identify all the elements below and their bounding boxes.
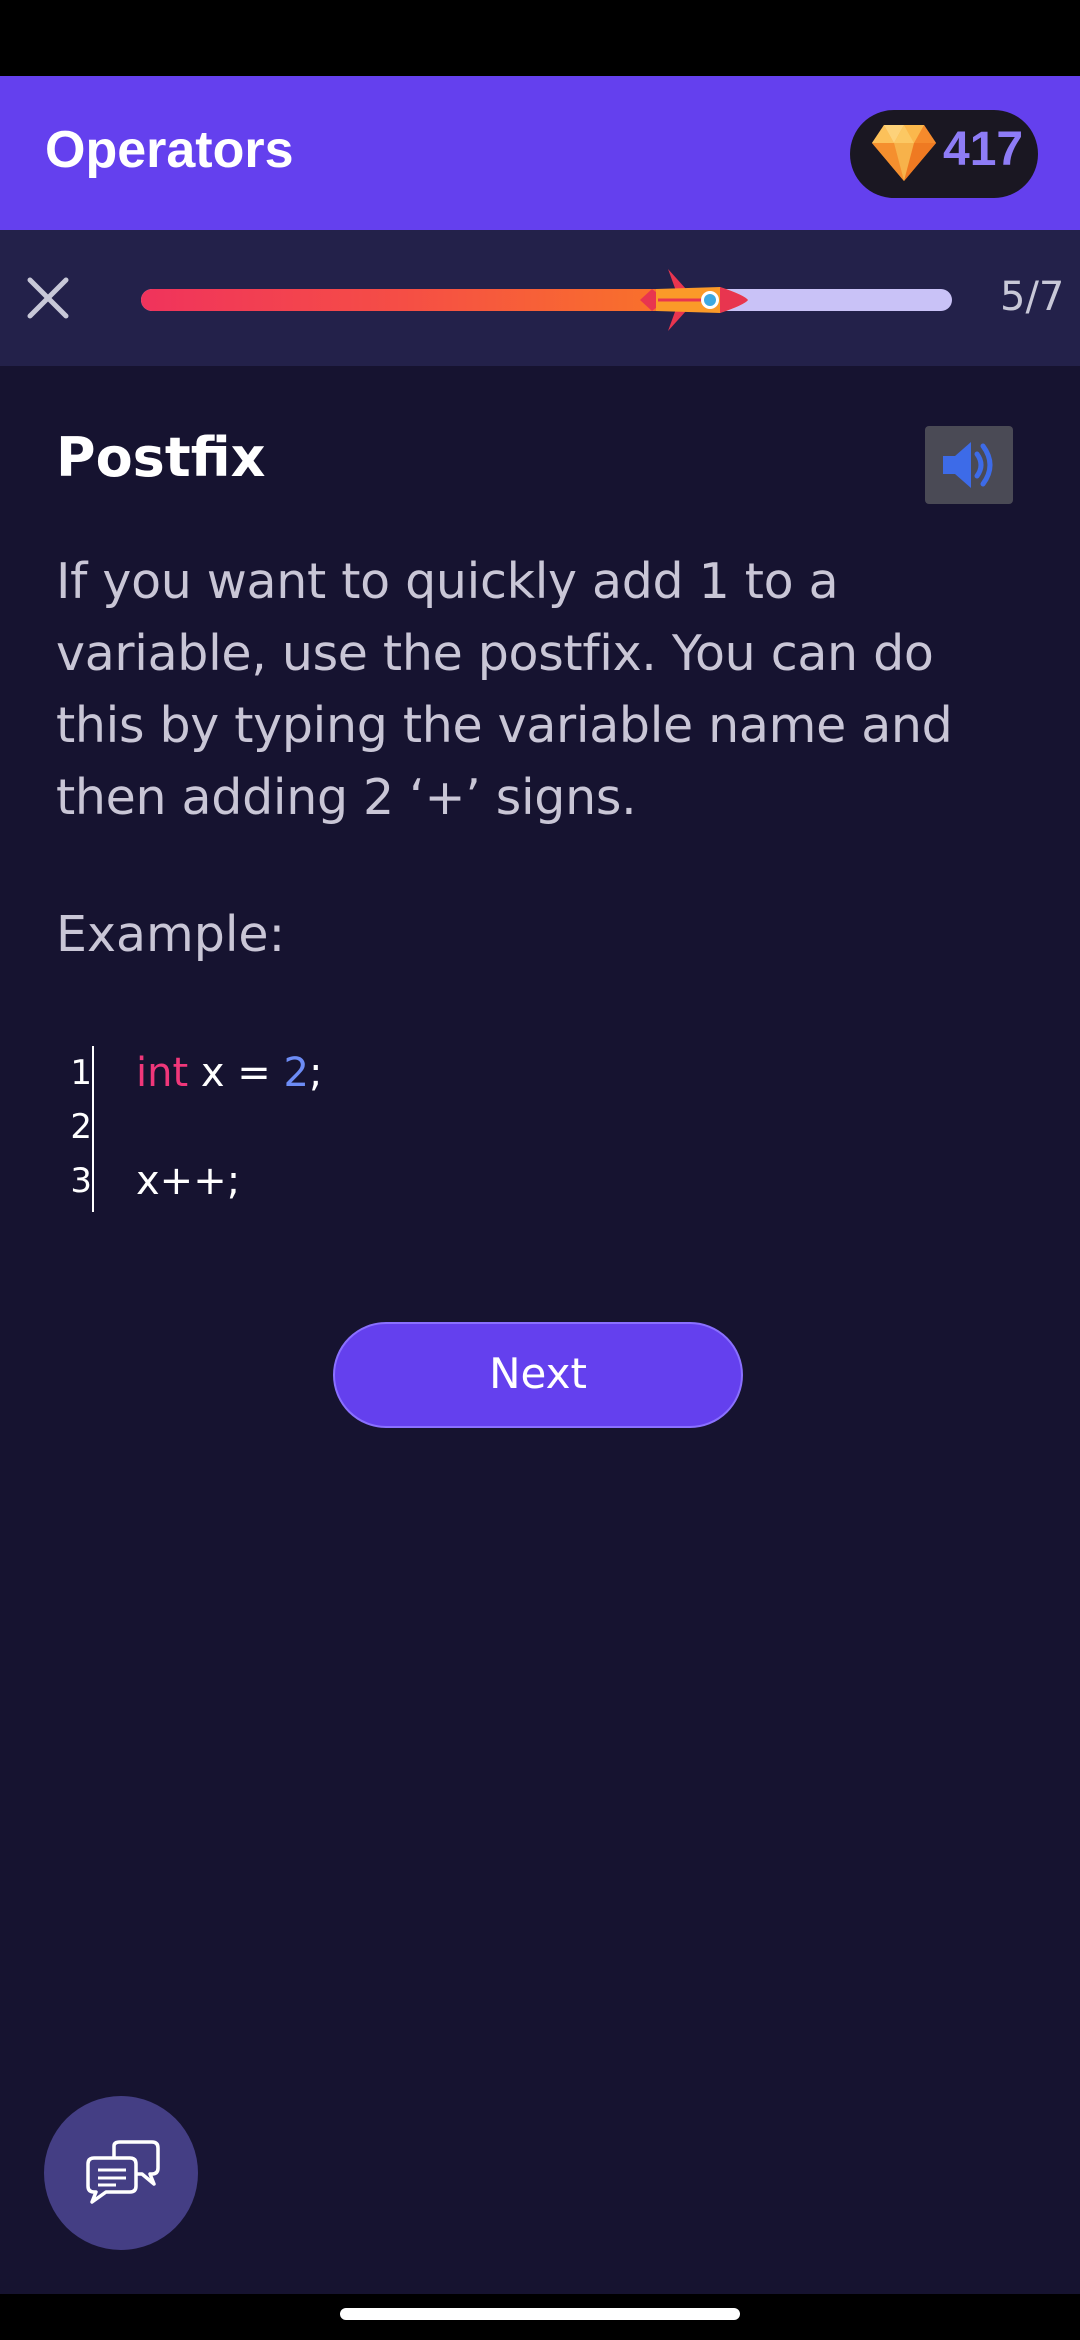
line-number: 3 <box>70 1161 92 1201</box>
code-line-1: int x = 2; <box>136 1046 322 1100</box>
lesson-paragraph: If you want to quickly add 1 to a variab… <box>56 553 953 826</box>
comments-button[interactable] <box>44 2096 198 2250</box>
code-gutter-divider <box>92 1046 94 1212</box>
progress-header: 5/7 <box>0 230 1080 366</box>
code-block: 1 2 3 int x = 2; x++; <box>56 1046 956 1216</box>
line-number: 1 <box>70 1053 92 1093</box>
close-icon[interactable] <box>20 270 76 326</box>
audio-button[interactable] <box>925 426 1013 504</box>
code-text: ; <box>308 1050 323 1096</box>
next-button-label: Next <box>489 1349 587 1398</box>
diamond-icon <box>872 125 936 181</box>
speaker-icon <box>943 442 993 488</box>
example-label: Example: <box>56 906 286 963</box>
home-indicator[interactable] <box>340 2308 740 2320</box>
code-lines: int x = 2; x++; <box>136 1046 322 1208</box>
rocket-icon <box>640 269 748 331</box>
lesson-title: Postfix <box>56 426 266 489</box>
gem-count: 417 <box>943 123 1024 176</box>
code-number: 2 <box>283 1050 309 1096</box>
gem-counter[interactable]: 417 <box>850 110 1038 198</box>
code-text: x = <box>188 1050 284 1096</box>
line-number: 2 <box>70 1107 92 1147</box>
lesson-progress-bar <box>141 269 952 331</box>
code-line-3: x++; <box>136 1158 241 1204</box>
chat-bubbles-icon <box>86 2140 160 2204</box>
page-title: Operators <box>45 121 294 179</box>
lesson-content: Postfix If you want to quickly add 1 to … <box>0 366 1080 2294</box>
next-button[interactable]: Next <box>333 1322 743 1428</box>
app-bar: Operators 417 <box>0 76 1080 230</box>
progress-fill <box>141 289 725 311</box>
system-nav-bar <box>0 2294 1080 2340</box>
line-numbers: 1 2 3 <box>56 1046 92 1208</box>
code-keyword: int <box>136 1050 189 1096</box>
progress-counter: 5/7 <box>1000 274 1065 320</box>
status-bar <box>0 0 1080 76</box>
